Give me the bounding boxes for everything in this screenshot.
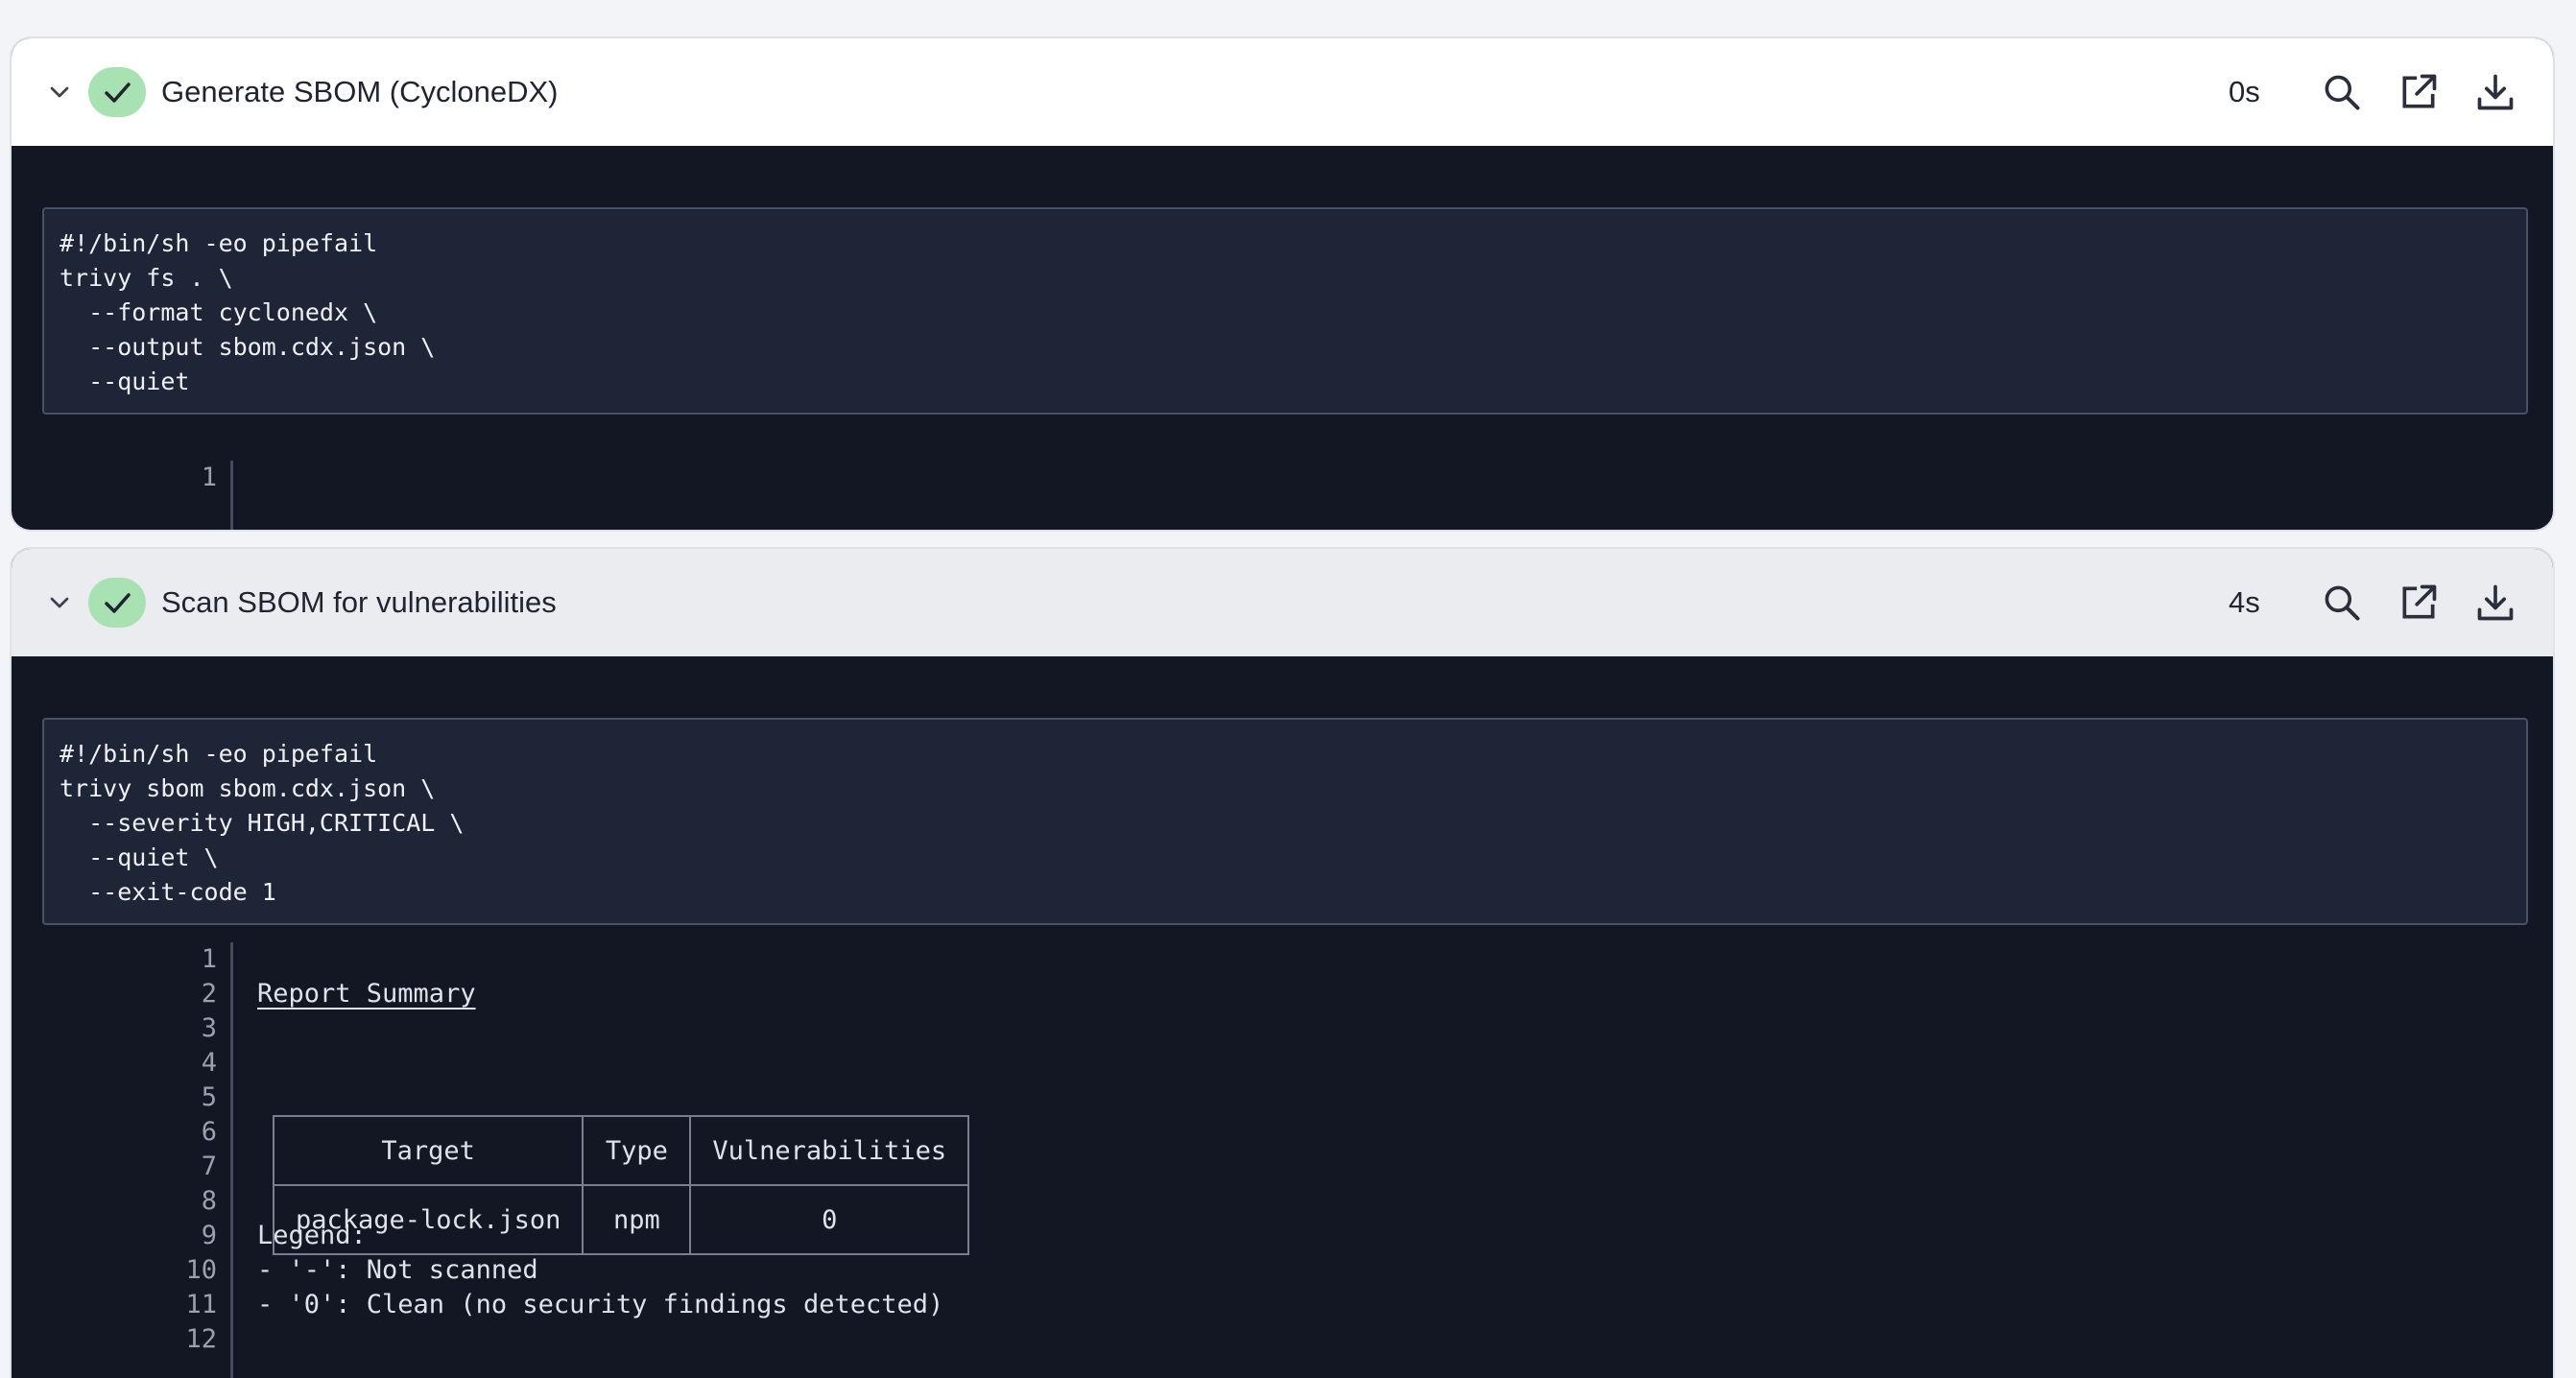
- step-header[interactable]: Scan SBOM for vulnerabilities 4s: [12, 549, 2553, 656]
- line-number[interactable]: 2: [42, 977, 217, 1011]
- line-number[interactable]: 12: [42, 1322, 217, 1357]
- search-icon[interactable]: [2321, 582, 2363, 624]
- step-duration: 4s: [2229, 585, 2260, 619]
- script-line: trivy sbom sbom.cdx.json \: [60, 774, 436, 802]
- log-line: 1: [42, 461, 2528, 495]
- download-icon[interactable]: [2474, 71, 2516, 113]
- script-line: --format cyclonedx \: [60, 298, 378, 326]
- chevron-down-icon[interactable]: [44, 77, 75, 107]
- cell-vulnerabilities: 0: [689, 1184, 970, 1255]
- report-summary-table: Target Type Vulnerabilities package-lock…: [272, 1115, 970, 1255]
- log-line: 12: [42, 1322, 2528, 1357]
- line-number[interactable]: 1: [42, 942, 217, 977]
- line-number[interactable]: 9: [42, 1219, 217, 1253]
- step-generate-sbom: Generate SBOM (CycloneDX) 0s #!/bin/sh -…: [10, 36, 2555, 532]
- download-icon[interactable]: [2474, 582, 2516, 624]
- step-title[interactable]: Scan SBOM for vulnerabilities: [161, 583, 557, 622]
- script-line: --output sbom.cdx.json \: [60, 333, 436, 361]
- external-link-icon[interactable]: [2397, 71, 2440, 113]
- line-number[interactable]: 11: [42, 1288, 217, 1322]
- script-line: --severity HIGH,CRITICAL \: [60, 809, 465, 837]
- log-line: 10 - '-': Not scanned: [42, 1253, 2528, 1288]
- line-number[interactable]: 5: [42, 1081, 217, 1115]
- script-line: #!/bin/sh -eo pipefail: [60, 740, 378, 768]
- line-number[interactable]: 1: [42, 461, 217, 495]
- log-output: 1 2 Report Summary 3 4 5 6 7 8 9 Legend: 1…: [42, 942, 2528, 1378]
- legend-clean: - '0': Clean (no security findings detec…: [257, 1290, 944, 1319]
- log-line: 5: [42, 1081, 2528, 1115]
- script-line: trivy fs . \: [60, 264, 233, 292]
- success-status-badge: [88, 67, 146, 117]
- line-number[interactable]: 6: [42, 1115, 217, 1150]
- line-number[interactable]: 4: [42, 1046, 217, 1081]
- line-number[interactable]: 8: [42, 1184, 217, 1219]
- step-title[interactable]: Generate SBOM (CycloneDX): [161, 73, 558, 111]
- step-duration: 0s: [2229, 75, 2260, 108]
- log-output: 1: [42, 461, 2528, 530]
- line-number[interactable]: 7: [42, 1150, 217, 1184]
- report-summary-heading: Report Summary: [257, 979, 476, 1009]
- log-line: 2 Report Summary: [42, 977, 2528, 1011]
- script-line: --quiet: [60, 368, 190, 395]
- success-status-badge: [88, 578, 146, 628]
- line-number[interactable]: 10: [42, 1253, 217, 1288]
- check-icon: [105, 593, 131, 613]
- external-link-icon[interactable]: [2397, 582, 2440, 624]
- script-line: --quiet \: [60, 843, 219, 871]
- column-header-target: Target: [272, 1115, 584, 1186]
- search-icon[interactable]: [2321, 71, 2363, 113]
- script-line: #!/bin/sh -eo pipefail: [60, 229, 378, 257]
- log-line: 3: [42, 1011, 2528, 1046]
- cell-target: package-lock.json: [272, 1184, 584, 1255]
- step-header[interactable]: Generate SBOM (CycloneDX) 0s: [12, 38, 2553, 146]
- log-line: 1: [42, 942, 2528, 977]
- step-scan-sbom: Scan SBOM for vulnerabilities 4s #!/bin/…: [10, 547, 2555, 1378]
- table-header-row: Target Type Vulnerabilities: [272, 1115, 970, 1186]
- script-line: --exit-code 1: [60, 878, 276, 906]
- check-icon: [105, 83, 131, 103]
- cell-type: npm: [582, 1184, 692, 1255]
- chevron-down-icon[interactable]: [44, 587, 75, 618]
- log-line: 4: [42, 1046, 2528, 1081]
- column-header-type: Type: [582, 1115, 692, 1186]
- table-row: package-lock.json npm 0: [272, 1184, 970, 1255]
- legend-not-scanned: - '-': Not scanned: [257, 1255, 538, 1285]
- script-block: #!/bin/sh -eo pipefail trivy fs . \ --fo…: [42, 207, 2528, 415]
- script-block: #!/bin/sh -eo pipefail trivy sbom sbom.c…: [42, 718, 2528, 925]
- line-number[interactable]: 3: [42, 1011, 217, 1046]
- column-header-vulnerabilities: Vulnerabilities: [689, 1115, 970, 1186]
- log-line: 11 - '0': Clean (no security findings det…: [42, 1288, 2528, 1322]
